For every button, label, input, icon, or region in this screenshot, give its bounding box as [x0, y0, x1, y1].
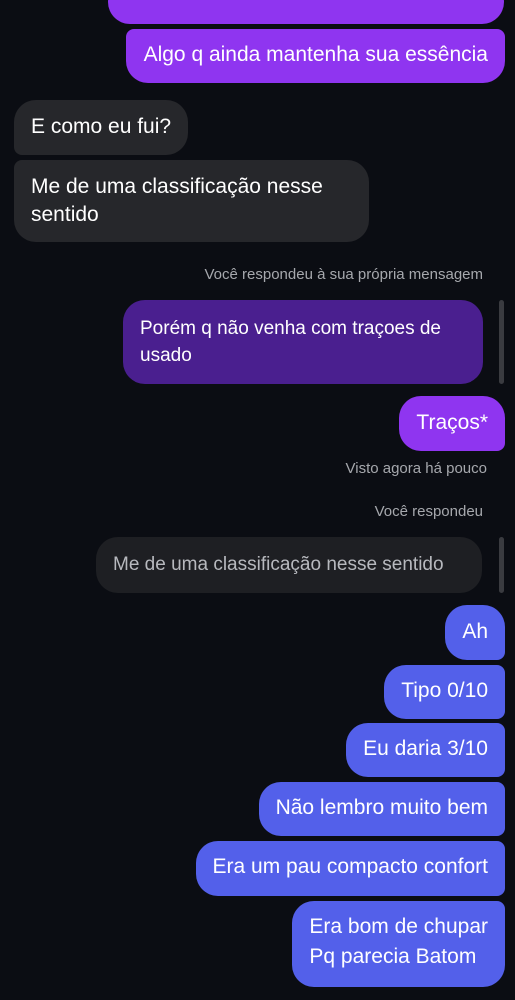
message-bubble-outgoing-partial[interactable] [108, 0, 504, 24]
reply-label: Você respondeu [374, 503, 483, 520]
message-text-line: Era bom de chupar [309, 915, 488, 938]
seen-status: Visto agora há pouco [345, 460, 488, 477]
message-text-line: Me de uma classificação nesse [31, 175, 323, 198]
message-text: Era um pau compacto confort [212, 855, 488, 878]
quoted-message-text: Me de uma classificação nesse sentido [113, 554, 444, 575]
message-bubble-outgoing-reply[interactable]: Porém q não venha com traçoes de usado [123, 300, 483, 384]
message-bubble-outgoing[interactable]: Ah [445, 605, 505, 660]
message-bubble-outgoing[interactable]: Eu daria 3/10 [346, 723, 505, 777]
message-bubble-incoming[interactable]: E como eu fui? [14, 100, 189, 155]
message-text: E como eu fui? [31, 115, 172, 138]
reply-indicator-bar [499, 300, 504, 384]
message-text: Não lembro muito bem [275, 796, 488, 819]
message-text: Traços* [416, 411, 488, 434]
message-text-line: usado [140, 345, 192, 366]
message-text: Eu daria 3/10 [363, 737, 488, 760]
message-text-line: Pq parecia Batom [309, 945, 477, 968]
message-bubble-outgoing[interactable]: Algo q ainda mantenha sua essência [125, 29, 505, 83]
message-text-line: sentido [31, 203, 99, 226]
quoted-message[interactable]: Me de uma classificação nesse sentido [96, 537, 482, 593]
message-bubble-outgoing[interactable]: Tipo 0/10 [384, 665, 505, 719]
reply-indicator-bar [499, 537, 504, 593]
reply-label: Você respondeu à sua própria mensagem [204, 266, 483, 283]
message-bubble-incoming[interactable]: Me de uma classificação nesse sentido [14, 160, 369, 242]
message-text: Algo q ainda mantenha sua essência [143, 43, 488, 66]
message-text: Ah [462, 620, 488, 643]
message-bubble-outgoing[interactable]: Era bom de chupar Pq parecia Batom [292, 901, 505, 987]
message-bubble-outgoing[interactable]: Não lembro muito bem [258, 782, 505, 836]
message-text-line: Porém q não venha com traçoes de [140, 318, 442, 339]
message-bubble-outgoing[interactable]: Traços* [399, 396, 505, 451]
message-text: Tipo 0/10 [401, 679, 488, 702]
message-bubble-outgoing[interactable]: Era um pau compacto confort [195, 841, 505, 896]
